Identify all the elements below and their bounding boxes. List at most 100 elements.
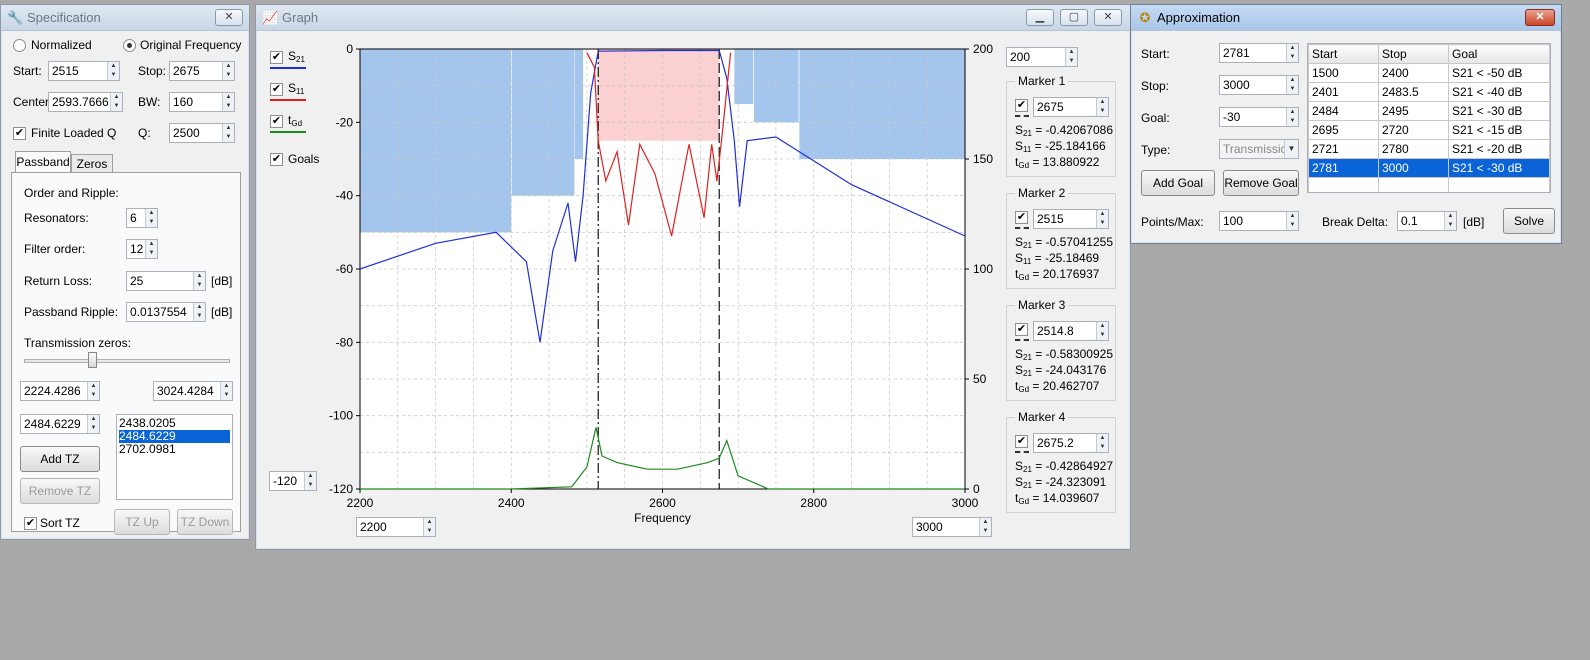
minimize-button[interactable]: ▁ bbox=[1026, 9, 1054, 26]
solve-button[interactable]: Solve bbox=[1503, 208, 1555, 234]
marker-frequency-input[interactable]: 2675.2 ▲ ▼ bbox=[1033, 433, 1109, 453]
tz-min-input[interactable]: 2224.4286 ▲ ▼ bbox=[20, 381, 100, 401]
bw-input[interactable]: 160 ▲ ▼ bbox=[169, 92, 235, 112]
start-input[interactable]: 2515 ▲ ▼ bbox=[48, 61, 120, 81]
s11-checkbox[interactable]: ✔ bbox=[270, 83, 283, 96]
approx-type-select[interactable]: Transmissio ▼ bbox=[1219, 139, 1299, 159]
marker-checkbox[interactable]: ✔ bbox=[1015, 99, 1028, 112]
filter-order-input[interactable]: 12 ▲ ▼ bbox=[126, 239, 158, 259]
approximation-window: ✪ Approximation ✕ Start: 2781 ▲ ▼ Stop: 30… bbox=[1130, 4, 1562, 244]
spinner[interactable]: ▲ ▼ bbox=[1096, 434, 1108, 452]
spinner[interactable]: ▲ ▼ bbox=[87, 382, 99, 400]
close-button[interactable]: ✕ bbox=[1525, 9, 1555, 26]
spinner[interactable]: ▲ ▼ bbox=[87, 415, 99, 433]
marker-checkbox[interactable]: ✔ bbox=[1015, 435, 1028, 448]
spinner[interactable]: ▲ ▼ bbox=[145, 209, 157, 227]
spinner[interactable]: ▲ ▼ bbox=[1286, 108, 1298, 126]
spinner[interactable]: ▲ ▼ bbox=[145, 240, 157, 258]
y-right-max-input[interactable]: 200 ▲ ▼ bbox=[1006, 47, 1078, 67]
s21-checkbox[interactable]: ✔ bbox=[270, 51, 283, 64]
spinner[interactable]: ▲ ▼ bbox=[110, 93, 122, 111]
resonators-input[interactable]: 6 ▲ ▼ bbox=[126, 208, 158, 228]
table-row[interactable]: 2401 2483.5 S21 < -40 dB bbox=[1308, 82, 1550, 102]
tz-up-button[interactable]: TZ Up bbox=[114, 509, 170, 535]
maximize-button[interactable]: ▢ bbox=[1060, 9, 1088, 26]
spinner[interactable]: ▲ ▼ bbox=[220, 382, 232, 400]
column-header[interactable]: Stop bbox=[1378, 44, 1449, 64]
chevron-down-icon[interactable]: ▼ bbox=[1284, 140, 1298, 158]
points-max-input[interactable]: 100 ▲ ▼ bbox=[1219, 211, 1299, 231]
goals-table[interactable]: Start Stop Goal 1500 2400 S21 < -50 dB 2401… bbox=[1307, 43, 1551, 193]
table-cell: 2483.5 bbox=[1378, 82, 1449, 102]
spinner[interactable]: ▲ ▼ bbox=[1444, 212, 1456, 230]
column-header[interactable]: Goal bbox=[1448, 44, 1550, 64]
spinner[interactable]: ▲ ▼ bbox=[1286, 44, 1298, 62]
tz-slider-track[interactable] bbox=[24, 359, 230, 363]
spinner[interactable]: ▲ ▼ bbox=[222, 124, 234, 142]
spinner[interactable]: ▲ ▼ bbox=[1096, 98, 1108, 116]
goals-checkbox[interactable]: ✔ bbox=[270, 153, 283, 166]
center-input[interactable]: 2593.7666 ▲ ▼ bbox=[48, 92, 123, 112]
close-button[interactable]: ✕ bbox=[1094, 9, 1122, 26]
tab-zeros[interactable]: Zeros bbox=[71, 154, 113, 173]
finite-q-checkbox[interactable]: ✔ bbox=[13, 127, 26, 140]
table-row[interactable]: 2781 3000 S21 < -30 dB bbox=[1308, 158, 1550, 178]
remove-goal-button[interactable]: Remove Goal bbox=[1223, 170, 1299, 196]
marker-title: Marker 3 bbox=[1015, 298, 1069, 312]
table-row[interactable]: 1500 2400 S21 < -50 dB bbox=[1308, 63, 1550, 83]
spinner[interactable]: ▲ ▼ bbox=[1096, 322, 1108, 340]
return-loss-input[interactable]: 25 ▲ ▼ bbox=[126, 271, 206, 291]
marker-frequency-input[interactable]: 2514.8 ▲ ▼ bbox=[1033, 321, 1109, 341]
normalized-radio[interactable] bbox=[13, 39, 26, 52]
remove-tz-button[interactable]: Remove TZ bbox=[20, 478, 100, 504]
column-header[interactable]: Start bbox=[1308, 44, 1379, 64]
tz-list-item[interactable]: 2702.0981 bbox=[119, 443, 230, 456]
spinner[interactable]: ▲ ▼ bbox=[193, 272, 205, 290]
y-min-input[interactable]: -120 ▲ ▼ bbox=[269, 471, 317, 491]
table-row[interactable]: 2721 2780 S21 < -20 dB bbox=[1308, 139, 1550, 159]
tz-current-input[interactable]: 2484.6229 ▲ ▼ bbox=[20, 414, 100, 434]
approx-start-input[interactable]: 2781 ▲ ▼ bbox=[1219, 43, 1299, 63]
stop-input[interactable]: 2675 ▲ ▼ bbox=[169, 61, 235, 81]
sort-tz-checkbox[interactable]: ✔ bbox=[24, 517, 37, 530]
marker-readout: S11 = -25.18469 bbox=[1015, 251, 1100, 266]
passband-goal-region bbox=[598, 49, 720, 141]
spinner[interactable]: ▲ ▼ bbox=[1286, 212, 1298, 230]
tz-down-button[interactable]: TZ Down bbox=[177, 509, 233, 535]
spinner[interactable]: ▲ ▼ bbox=[1096, 210, 1108, 228]
table-row[interactable]: 2484 2495 S21 < -30 dB bbox=[1308, 101, 1550, 121]
passband-ripple-input[interactable]: 0.0137554 ▲ ▼ bbox=[126, 302, 206, 322]
tz-max-input[interactable]: 3024.4284 ▲ ▼ bbox=[153, 381, 233, 401]
q-input[interactable]: 2500 ▲ ▼ bbox=[169, 123, 235, 143]
spinner[interactable]: ▲ ▼ bbox=[107, 62, 119, 80]
add-tz-button[interactable]: Add TZ bbox=[20, 446, 100, 472]
break-delta-label: Break Delta: bbox=[1322, 215, 1389, 229]
spinner[interactable]: ▲ ▼ bbox=[222, 62, 234, 80]
close-button[interactable]: ✕ bbox=[215, 9, 243, 26]
tz-list[interactable]: 2438.0205 2484.6229 2702.0981 bbox=[116, 414, 233, 500]
marker-title: Marker 1 bbox=[1015, 74, 1069, 88]
spinner[interactable]: ▲ ▼ bbox=[304, 472, 316, 490]
tab-passband[interactable]: Passband bbox=[15, 151, 71, 173]
table-cell bbox=[1308, 177, 1379, 192]
spinner[interactable]: ▲ ▼ bbox=[1065, 48, 1077, 66]
spinner[interactable]: ▲ ▼ bbox=[222, 93, 234, 111]
tgd-checkbox[interactable]: ✔ bbox=[270, 115, 283, 128]
break-delta-input[interactable]: 0.1 ▲ ▼ bbox=[1397, 211, 1457, 231]
marker-title: Marker 4 bbox=[1015, 410, 1069, 424]
approx-goal-input[interactable]: -30 ▲ ▼ bbox=[1219, 107, 1299, 127]
table-row[interactable]: 2695 2720 S21 < -15 dB bbox=[1308, 120, 1550, 140]
marker-checkbox[interactable]: ✔ bbox=[1015, 211, 1028, 224]
add-goal-button[interactable]: Add Goal bbox=[1141, 170, 1215, 196]
marker-frequency-input[interactable]: 2515 ▲ ▼ bbox=[1033, 209, 1109, 229]
table-row[interactable] bbox=[1308, 177, 1550, 192]
spinner[interactable]: ▲ ▼ bbox=[1286, 76, 1298, 94]
marker-checkbox[interactable]: ✔ bbox=[1015, 323, 1028, 336]
original-frequency-radio[interactable] bbox=[123, 39, 136, 52]
specification-window: 🔧 Specification ✕ Normalized Original Fr… bbox=[0, 4, 250, 540]
tz-slider-thumb[interactable] bbox=[88, 352, 97, 368]
spinner[interactable]: ▲ ▼ bbox=[193, 303, 205, 321]
frequency-response-chart[interactable]: 0 -20 -40 -60 -80 -100 -120 200 150 100 50 0 2200 240… bbox=[316, 43, 1006, 533]
approx-stop-input[interactable]: 3000 ▲ ▼ bbox=[1219, 75, 1299, 95]
marker-frequency-input[interactable]: 2675 ▲ ▼ bbox=[1033, 97, 1109, 117]
